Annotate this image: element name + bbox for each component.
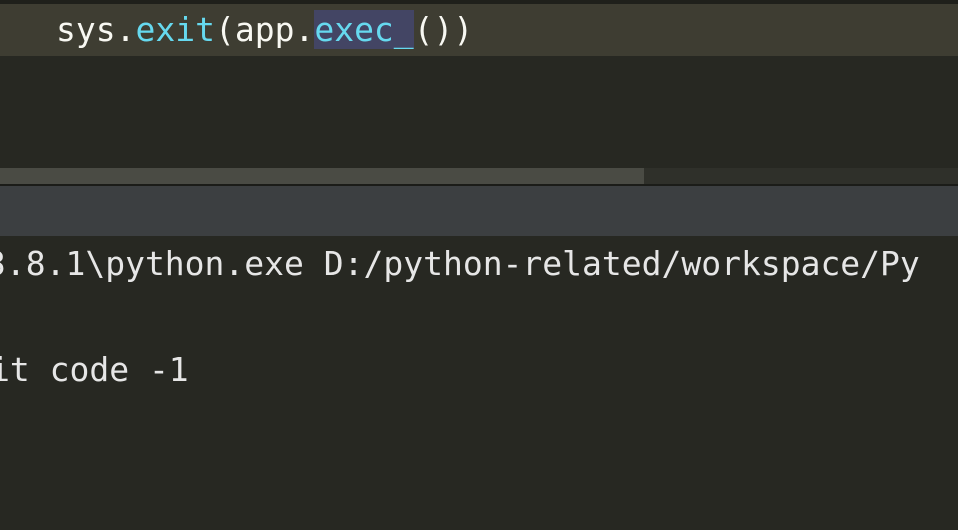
code-editor[interactable]: sys.exit(app.exec_()) xyxy=(0,0,958,168)
run-console-output[interactable]: 3.8.1\python.exe D:/python-related/works… xyxy=(0,236,958,530)
run-tool-window-header xyxy=(0,186,958,236)
code-token-object: app xyxy=(234,10,295,49)
code-token-method-highlighted: exec_ xyxy=(314,10,414,49)
ide-window: sys.exit(app.exec_()) 3.8.1\python.exe D… xyxy=(0,0,958,530)
console-exit-code-line: it code -1 xyxy=(0,350,189,389)
code-token-function: exit xyxy=(135,10,215,49)
editor-horizontal-scrollbar[interactable] xyxy=(0,168,958,184)
code-token-closing-parens: ()) xyxy=(413,10,474,49)
code-token-module: sys xyxy=(56,10,116,49)
code-token-paren: ( xyxy=(214,10,235,49)
code-token-dot: . xyxy=(294,10,315,49)
console-command-line: 3.8.1\python.exe D:/python-related/works… xyxy=(0,244,920,283)
code-token-dot: . xyxy=(115,10,136,49)
scrollbar-thumb[interactable] xyxy=(0,168,644,184)
code-line[interactable]: sys.exit(app.exec_()) xyxy=(56,4,473,56)
